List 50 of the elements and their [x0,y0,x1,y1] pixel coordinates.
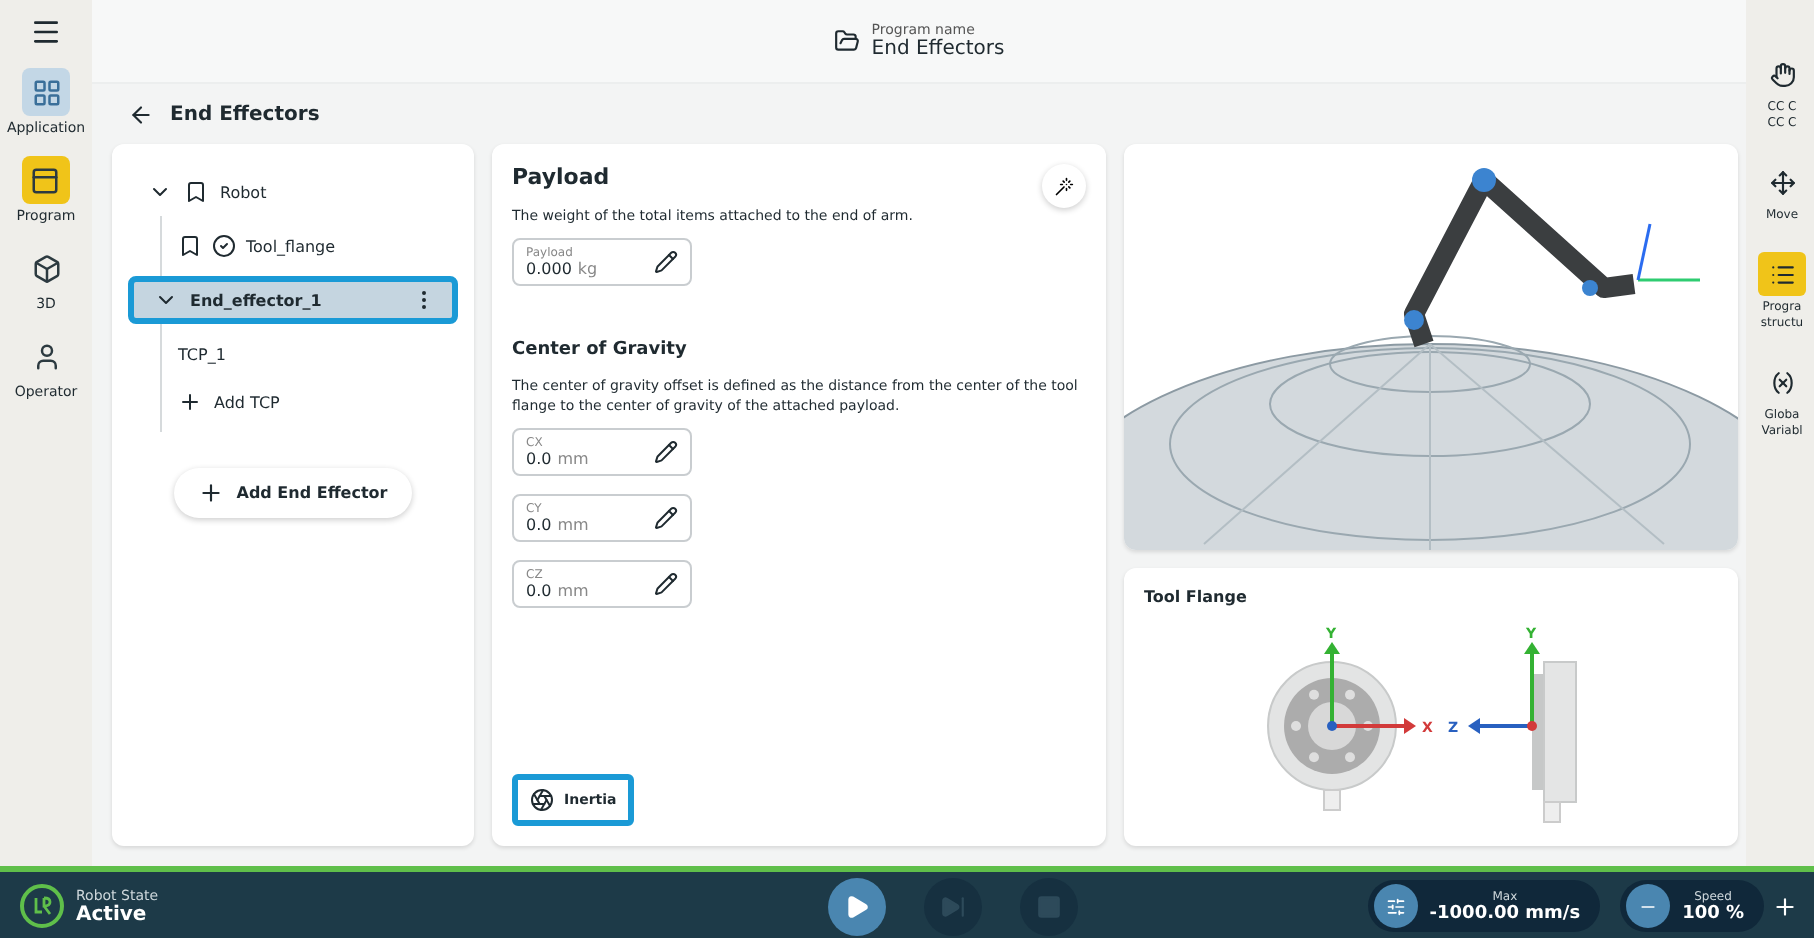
window-icon [30,165,61,195]
move-arrows-icon [1769,169,1795,195]
sliders-button[interactable] [1373,884,1418,928]
pencil-icon [654,572,678,596]
tree-item[interactable]: Tool_flange [246,237,336,255]
bookmark-icon [178,234,202,258]
plus-icon [178,390,202,414]
state-value: Active [76,903,149,925]
aperture-icon [530,788,554,812]
back-arrow-icon[interactable] [128,101,154,127]
wand-button[interactable] [1042,164,1086,208]
speed-value: 100 % [1682,903,1744,923]
pencil-icon [654,440,678,464]
grid-icon [31,77,61,107]
play-icon [843,893,870,919]
variable-icon [1769,369,1795,395]
tree-item[interactable]: TCP_1 [178,345,226,363]
sliders-icon [1385,895,1406,917]
folder-icon [833,28,860,54]
play-button[interactable] [827,877,886,935]
section-title: Center of Gravity [512,340,687,360]
add-end-effector-button[interactable]: Add End Effector [174,468,412,518]
wand-icon [1054,175,1074,197]
plus-icon [1772,893,1798,919]
program-title: End Effectors [871,38,1005,60]
menu-icon[interactable] [30,16,62,48]
bookmark-icon [184,180,208,204]
stop-icon [1035,893,1062,919]
cube-icon [31,253,61,283]
skip-icon [939,893,966,919]
plus-button[interactable] [1772,893,1798,919]
plus-icon [198,480,225,506]
pencil-icon [654,250,678,274]
minus-button[interactable] [1626,884,1671,928]
nav-button[interactable] [21,156,70,204]
nav-button[interactable] [22,68,70,116]
tree-node[interactable]: Robot [128,168,458,216]
hand-icon [1769,61,1795,87]
section-title: Payload [512,164,610,190]
tree-node[interactable]: End_effector_1 [128,276,458,324]
max-value: -1000.00 mm/s [1429,903,1581,923]
add-tcp-button[interactable]: Add TCP [178,390,280,414]
logo-icon [20,884,64,928]
list-icon [1769,261,1795,287]
person-icon [31,341,61,371]
side-tool-button[interactable] [1758,252,1806,296]
check-circle-icon [212,234,236,258]
pencil-icon [654,506,678,530]
section-title: Tool Flange [1144,588,1247,606]
page-title: End Effectors [170,103,320,125]
